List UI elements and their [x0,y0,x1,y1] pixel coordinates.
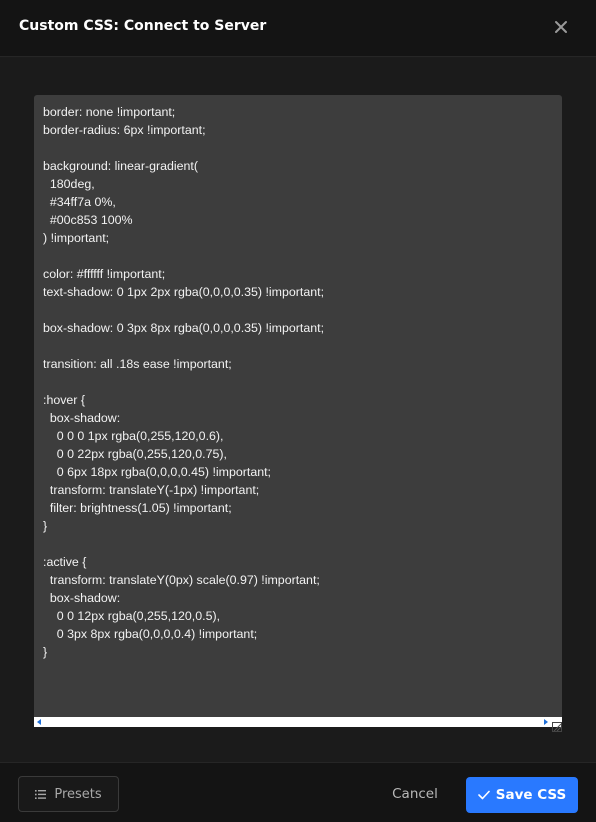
save-css-label: Save CSS [495,787,567,803]
scroll-right-icon[interactable] [544,719,548,725]
presets-button[interactable]: Presets [18,776,119,812]
presets-label: Presets [54,786,102,802]
save-css-button[interactable]: Save CSS [466,777,578,813]
horizontal-scrollbar[interactable] [34,717,562,727]
close-icon[interactable] [551,17,571,37]
check-icon [477,790,490,800]
list-icon [35,789,47,799]
css-textarea[interactable]: border: none !important; border-radius: … [43,103,554,711]
cancel-label: Cancel [392,786,438,802]
dialog-title: Custom CSS: Connect to Server [19,18,267,34]
dialog-header: Custom CSS: Connect to Server [0,0,596,57]
resize-grip-icon[interactable] [552,717,562,732]
dialog-footer: Presets Cancel Save CSS [0,762,596,822]
cancel-button[interactable]: Cancel [380,777,450,811]
scroll-left-icon[interactable] [37,719,41,725]
css-editor[interactable]: border: none !important; border-radius: … [34,95,562,732]
